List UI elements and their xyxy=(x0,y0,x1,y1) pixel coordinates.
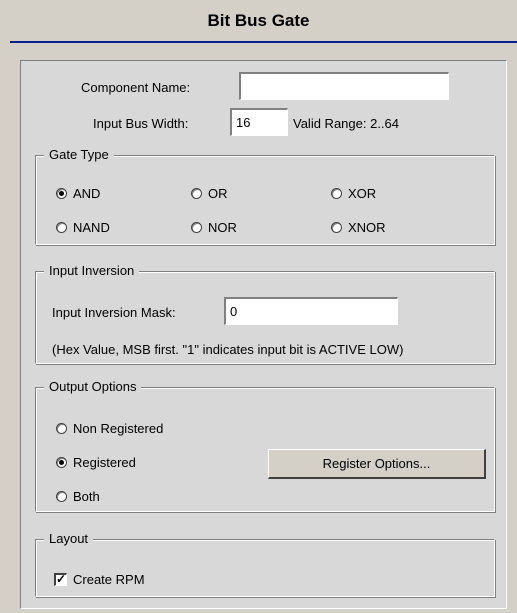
gate-type-group: Gate Type AND OR XOR NAND NOR XNOR xyxy=(35,147,495,245)
gate-and-label: AND xyxy=(73,186,101,201)
radio-indicator xyxy=(331,188,342,199)
radio-indicator xyxy=(191,188,202,199)
gate-nor-label: NOR xyxy=(208,220,237,235)
gate-nand-radio[interactable]: NAND xyxy=(56,220,110,235)
gate-nor-radio[interactable]: NOR xyxy=(191,220,237,235)
gate-nand-label: NAND xyxy=(73,220,110,235)
inversion-note-text: (Hex Value, MSB first. "1" indicates inp… xyxy=(52,342,404,357)
gate-and-radio[interactable]: AND xyxy=(56,186,100,201)
radio-indicator xyxy=(191,222,202,233)
radio-indicator xyxy=(331,222,342,233)
check-icon: ✓ xyxy=(54,572,67,586)
radio-indicator xyxy=(56,491,67,502)
layout-group: Layout ✓ Create RPM xyxy=(35,531,495,597)
input-bus-width-input[interactable] xyxy=(230,108,288,136)
title-divider xyxy=(10,41,517,43)
both-radio[interactable]: Both xyxy=(56,489,100,504)
input-inversion-mask-input[interactable] xyxy=(224,297,398,325)
radio-indicator xyxy=(56,423,67,434)
dialog-title: Bit Bus Gate xyxy=(207,11,310,30)
registered-label: Registered xyxy=(73,455,136,470)
radio-indicator xyxy=(56,188,67,199)
gate-or-radio[interactable]: OR xyxy=(191,186,228,201)
settings-panel: Component Name: Input Bus Width: Valid R… xyxy=(20,60,507,609)
gate-type-title: Gate Type xyxy=(44,147,114,162)
radio-indicator xyxy=(56,222,67,233)
output-options-title: Output Options xyxy=(44,379,142,394)
registered-radio[interactable]: Registered xyxy=(56,455,136,470)
input-inversion-title: Input Inversion xyxy=(44,263,140,278)
create-rpm-checkbox[interactable]: ✓ Create RPM xyxy=(54,572,145,587)
non-registered-label: Non Registered xyxy=(73,421,164,436)
create-rpm-label: Create RPM xyxy=(73,572,145,587)
layout-title: Layout xyxy=(44,531,94,546)
register-options-button[interactable]: Register Options... xyxy=(268,449,486,479)
gate-xnor-label: XNOR xyxy=(348,220,386,235)
input-bus-width-label: Input Bus Width: xyxy=(93,116,189,131)
gate-or-label: OR xyxy=(208,186,228,201)
both-label: Both xyxy=(73,489,100,504)
gate-xnor-radio[interactable]: XNOR xyxy=(331,220,386,235)
gate-xor-label: XOR xyxy=(348,186,377,201)
component-name-label: Component Name: xyxy=(81,80,191,95)
valid-range-text: Valid Range: 2..64 xyxy=(293,116,399,131)
gate-xor-radio[interactable]: XOR xyxy=(331,186,376,201)
input-inversion-group: Input Inversion Input Inversion Mask: (H… xyxy=(35,263,495,364)
radio-indicator xyxy=(56,457,67,468)
input-inversion-mask-label: Input Inversion Mask: xyxy=(52,305,176,320)
output-options-group: Output Options Non Registered Registered… xyxy=(35,379,495,512)
non-registered-radio[interactable]: Non Registered xyxy=(56,421,163,436)
component-name-input[interactable] xyxy=(239,72,449,100)
